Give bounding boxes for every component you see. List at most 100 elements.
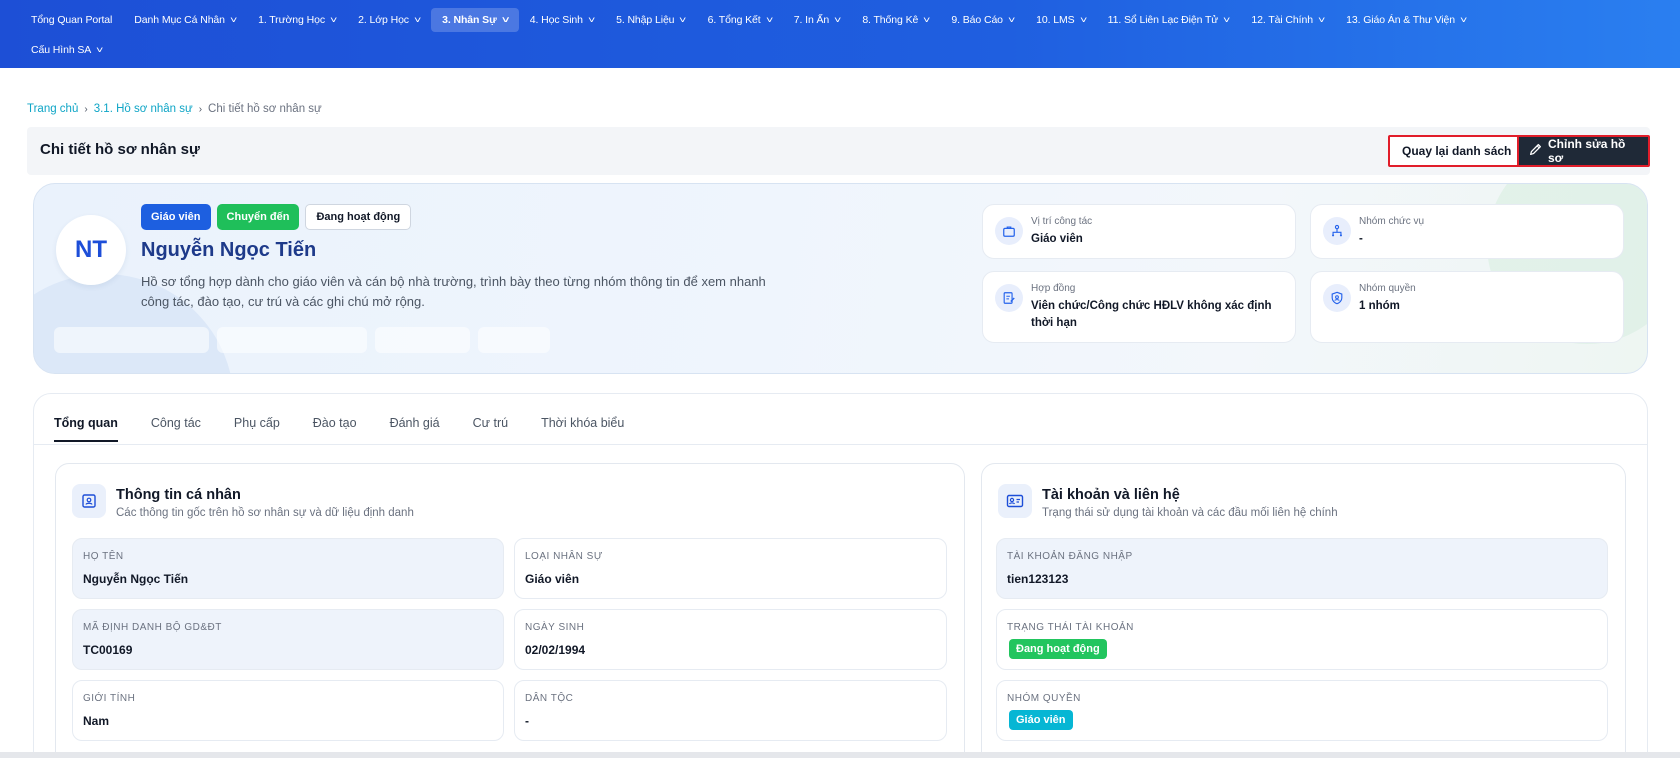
info-box-position: Vị trí công tác Giáo viên — [982, 204, 1296, 259]
nav-item[interactable]: Danh Mục Cá Nhân ˅ — [123, 8, 247, 32]
breadcrumb-current: Chi tiết hồ sơ nhân sự — [208, 103, 322, 115]
profile-summary-card: NT Giáo viên Chuyển đến Đang hoạt động N… — [33, 183, 1648, 374]
nav-item-label: 3. Nhân Sự — [442, 14, 497, 26]
info-value: - — [1359, 233, 1363, 245]
chevron-down-icon: ˅ — [1317, 15, 1326, 25]
field-value: tien123123 — [1007, 572, 1069, 586]
account-contact-section: Tài khoản và liên hệ Trạng thái sử dụng … — [981, 463, 1626, 758]
chevron-down-icon: ˅ — [765, 15, 773, 25]
info-box-position-group: Nhóm chức vụ - — [1310, 204, 1624, 259]
edit-profile-button[interactable]: Chỉnh sửa hồ sơ — [1517, 135, 1650, 167]
placeholder-chip — [217, 327, 367, 353]
nav-item-label: Tổng Quan Portal — [31, 14, 113, 26]
field-label: DÂN TỘC — [525, 693, 574, 704]
back-button-label: Quay lại danh sách — [1402, 144, 1512, 158]
nav-item[interactable]: 13. Giáo Án & Thư Viện ˅ — [1335, 8, 1477, 32]
chevron-down-icon: ˅ — [413, 15, 422, 25]
field-gender: GIỚI TÍNH Nam — [72, 680, 504, 741]
nav-item[interactable]: 10. LMS ˅ — [1025, 8, 1097, 32]
nav-item-label: 8. Thống Kê — [862, 14, 919, 26]
back-to-list-button[interactable]: Quay lại danh sách — [1388, 135, 1526, 167]
badge-role: Giáo viên — [141, 204, 211, 230]
tab-timetable[interactable]: Thời khóa biểu — [541, 416, 624, 442]
tab-residence[interactable]: Cư trú — [473, 416, 508, 442]
info-value: Giáo viên — [1031, 233, 1083, 245]
chevron-down-icon: ˅ — [501, 15, 509, 25]
breadcrumb-parent-link[interactable]: 3.1. Hồ sơ nhân sự — [94, 103, 193, 115]
tab-work[interactable]: Công tác — [151, 416, 201, 442]
field-full-name: HỌ TÊN Nguyễn Ngọc Tiến — [72, 538, 504, 599]
field-label: GIỚI TÍNH — [83, 693, 136, 704]
top-navigation: Tổng Quan Portal Danh Mục Cá Nhân ˅ 1. Trườ… — [0, 0, 1680, 68]
nav-item[interactable]: Tổng Quan Portal — [20, 8, 123, 32]
id-card-icon — [72, 484, 106, 518]
breadcrumb-home-link[interactable]: Trang chủ — [27, 103, 78, 115]
nav-item[interactable]: 12. Tài Chính ˅ — [1240, 8, 1335, 32]
tab-evaluation[interactable]: Đánh giá — [390, 416, 440, 442]
info-value: Viên chức/Công chức HĐLV không xác định … — [1031, 300, 1272, 329]
placeholder-chip — [375, 327, 470, 353]
field-ethnicity: DÂN TỘC - — [514, 680, 947, 741]
chevron-down-icon: ˅ — [1079, 15, 1087, 25]
chevron-down-icon: ˅ — [923, 15, 931, 25]
field-permission-group: NHÓM QUYỀN Giáo viên — [996, 680, 1608, 741]
info-label: Nhóm chức vụ — [1359, 216, 1425, 227]
nav-item[interactable]: 5. Nhập Liệu ˅ — [605, 8, 697, 32]
tab-training[interactable]: Đào tạo — [313, 416, 357, 442]
org-chart-icon — [1323, 217, 1351, 245]
contact-card-icon — [998, 484, 1032, 518]
nav-item[interactable]: 6. Tổng Kết ˅ — [697, 8, 783, 32]
nav-item-label: 10. LMS — [1036, 14, 1075, 26]
field-label: NGÀY SINH — [525, 622, 585, 633]
chevron-down-icon: ˅ — [679, 15, 687, 25]
bottom-scroll-strip — [0, 752, 1680, 758]
nav-item[interactable]: 7. In Ấn ˅ — [783, 8, 852, 32]
info-value: 1 nhóm — [1359, 300, 1400, 312]
nav-item[interactable]: 2. Lớp Học ˅ — [347, 8, 431, 32]
nav-item[interactable]: 4. Học Sinh ˅ — [519, 8, 605, 32]
chevron-down-icon: ˅ — [834, 15, 842, 25]
chevron-down-icon: ˅ — [229, 15, 238, 25]
profile-tabs: Tổng quan Công tác Phụ cấp Đào tạo Đánh … — [54, 416, 624, 442]
page-header: Chi tiết hồ sơ nhân sự Quay lại danh sác… — [27, 127, 1650, 175]
field-value: Nam — [83, 714, 110, 728]
personal-info-section: Thông tin cá nhân Các thông tin gốc trên… — [55, 463, 965, 758]
breadcrumb-separator: › — [198, 103, 203, 115]
nav-item-label: 12. Tài Chính — [1251, 14, 1313, 26]
status-badge: Đang hoạt động — [1009, 639, 1107, 659]
nav-item-label: 9. Báo Cáo — [951, 14, 1003, 26]
field-label: TÀI KHOẢN ĐĂNG NHẬP — [1007, 551, 1133, 562]
field-label: LOẠI NHÂN SỰ — [525, 551, 603, 562]
tab-overview[interactable]: Tổng quan — [54, 416, 118, 442]
section-subtitle: Các thông tin gốc trên hồ sơ nhân sự và … — [116, 507, 414, 519]
field-login-account: TÀI KHOẢN ĐĂNG NHẬP tien123123 — [996, 538, 1608, 599]
field-label: MÃ ĐỊNH DANH BỘ GD&ĐT — [83, 622, 222, 633]
nav-item[interactable]: 9. Báo Cáo ˅ — [940, 8, 1025, 32]
field-value: Nguyễn Ngọc Tiến — [83, 572, 189, 586]
section-title: Thông tin cá nhân — [116, 487, 241, 503]
nav-item[interactable]: Cấu Hình SA ˅ — [20, 38, 113, 62]
nav-item-label: 11. Sổ Liên Lạc Điện Tử — [1107, 14, 1219, 26]
field-label: TRẠNG THÁI TÀI KHOẢN — [1007, 622, 1134, 633]
field-label: NHÓM QUYỀN — [1007, 693, 1081, 704]
nav-item[interactable]: 11. Sổ Liên Lạc Điện Tử ˅ — [1097, 8, 1241, 32]
nav-item-label: 5. Nhập Liệu — [616, 14, 675, 26]
field-staff-type: LOẠI NHÂN SỰ Giáo viên — [514, 538, 947, 599]
info-label: Nhóm quyền — [1359, 283, 1416, 294]
page-title: Chi tiết hồ sơ nhân sự — [40, 141, 200, 158]
field-value: - — [525, 714, 529, 728]
person-name: Nguyễn Ngọc Tiến — [141, 239, 317, 261]
breadcrumb: Trang chủ › 3.1. Hồ sơ nhân sự › Chi tiế… — [27, 103, 322, 115]
nav-item[interactable]: 8. Thống Kê ˅ — [851, 8, 940, 32]
field-birth-date: NGÀY SINH 02/02/1994 — [514, 609, 947, 670]
nav-item-label: 1. Trường Học — [258, 14, 325, 26]
nav-item[interactable]: 1. Trường Học ˅ — [247, 8, 347, 32]
profile-badges: Giáo viên Chuyển đến Đang hoạt động — [141, 204, 412, 230]
nav-item-label: 2. Lớp Học — [358, 14, 409, 26]
chevron-down-icon: ˅ — [587, 15, 596, 25]
pencil-icon — [1529, 143, 1542, 159]
nav-item[interactable]: 3. Nhân Sự ˅ — [431, 8, 519, 32]
tab-allowance[interactable]: Phụ cấp — [234, 416, 280, 442]
contract-icon — [995, 284, 1023, 312]
badge-transfer: Chuyển đến — [216, 204, 300, 230]
